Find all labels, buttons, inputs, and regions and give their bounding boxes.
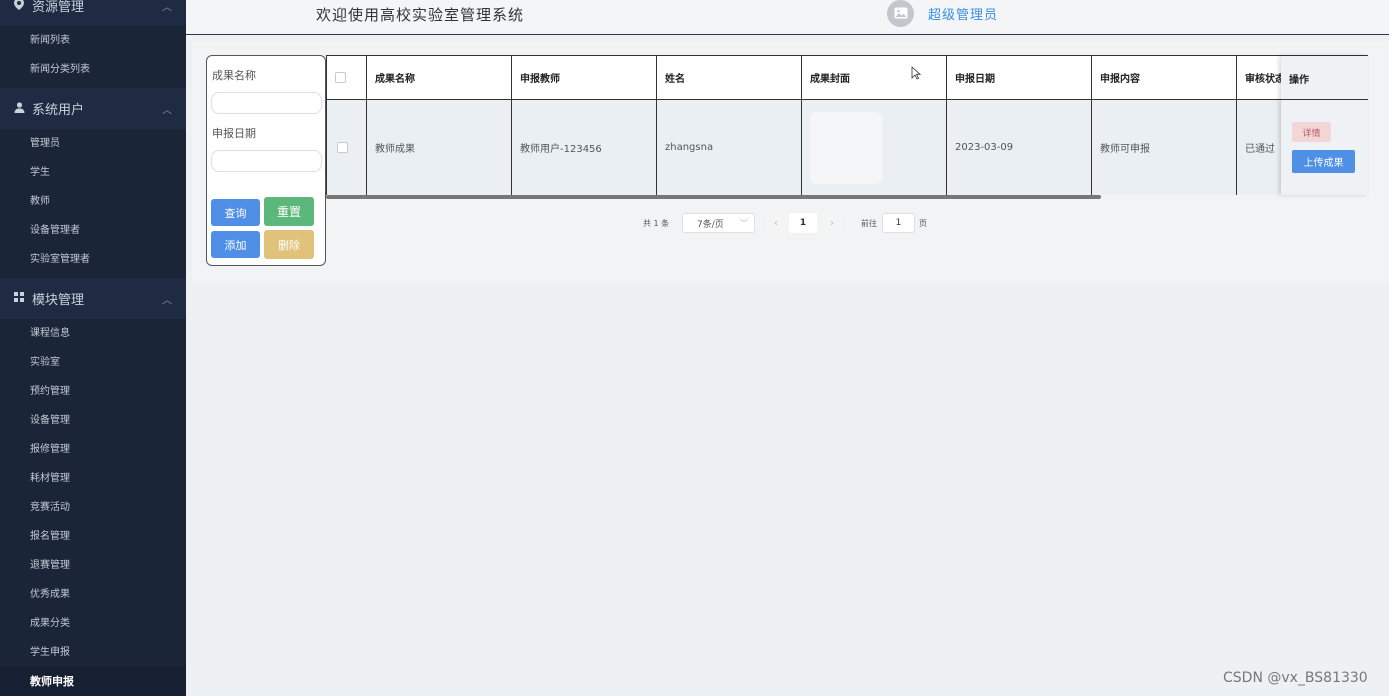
column-header[interactable]: 申报日期 [947, 56, 1092, 99]
column-header[interactable]: 成果封面 [802, 56, 947, 99]
sidebar-item-excellent-results[interactable]: 优秀成果 [0, 580, 186, 609]
select-all-checkbox[interactable] [335, 72, 346, 83]
delete-button[interactable]: 删除 [264, 230, 314, 259]
name-input[interactable] [211, 92, 322, 114]
menu-group-label: 模块管理 [32, 293, 85, 308]
sidebar-item-lab[interactable]: 实验室 [0, 348, 186, 377]
sidebar-item-lab-manager[interactable]: 实验室管理者 [0, 245, 186, 274]
row-checkbox[interactable] [337, 142, 348, 153]
date-input[interactable] [211, 150, 322, 172]
role-link[interactable]: 超级管理员 [928, 4, 998, 23]
add-button[interactable]: 添加 [211, 231, 260, 258]
sidebar-item-student-apply[interactable]: 学生申报 [0, 638, 186, 667]
goto-label: 前往 [861, 218, 877, 228]
upload-result-button[interactable]: 上传成果 [1292, 150, 1355, 173]
sidebar-item-equipment-manager[interactable]: 设备管理者 [0, 216, 186, 245]
sidebar-item-equipment[interactable]: 设备管理 [0, 406, 186, 435]
goto-page-input[interactable]: 1 [882, 213, 915, 233]
prev-page-button[interactable]: ‹ [766, 213, 786, 233]
divider [1281, 99, 1368, 100]
row-select-cell [327, 100, 367, 195]
query-button[interactable]: 查询 [211, 199, 260, 226]
page-size-value: 7条/页 [697, 219, 724, 230]
menu-group-system-users[interactable]: 系统用户 ︿ [0, 88, 186, 129]
chevron-right-icon: › [830, 217, 834, 229]
column-header[interactable]: 成果名称 [367, 56, 512, 99]
current-page[interactable]: 1 [789, 213, 817, 233]
next-page-button[interactable]: › [822, 213, 842, 233]
mouse-cursor-icon [911, 65, 922, 84]
watermark: CSDN @vx_BS81330 [1223, 670, 1368, 686]
sidebar-item-consumables[interactable]: 耗材管理 [0, 464, 186, 493]
cover-image[interactable] [810, 111, 882, 184]
image-icon [894, 4, 908, 23]
sidebar-item-teacher-apply[interactable]: 教师申报 [0, 667, 186, 696]
sidebar: 资源管理 ︿ 新闻列表 新闻分类列表 系统用户 ︿ 管理员 学生 教师 设备管理… [0, 0, 186, 696]
select-all-cell [327, 56, 367, 99]
results-table: 成果名称 申报教师 姓名 成果封面 申报日期 申报内容 审核状态 教师成果 教师… [326, 55, 1368, 195]
detail-button[interactable]: 详情 [1292, 122, 1331, 142]
grid-icon [12, 292, 26, 305]
chevron-left-icon: ‹ [774, 217, 778, 229]
cover-cell [802, 100, 947, 195]
user-icon [12, 101, 26, 116]
date-cell: 2023-03-09 [947, 100, 1092, 195]
real-name-cell: zhangsna [657, 100, 802, 195]
sidebar-item-registration[interactable]: 报名管理 [0, 522, 186, 551]
page-unit-label: 页 [919, 218, 927, 228]
top-header: 欢迎使用高校实验室管理系统 超级管理员 [186, 0, 1389, 35]
name-label: 成果名称 [212, 69, 256, 82]
chevron-up-icon: ︿ [162, 2, 172, 13]
column-header[interactable]: 姓名 [657, 56, 802, 99]
pagination-total: 共 1 条 [643, 218, 670, 228]
column-header[interactable]: 申报教师 [512, 56, 657, 99]
sidebar-item-repair[interactable]: 报修管理 [0, 435, 186, 464]
sidebar-item-teacher[interactable]: 教师 [0, 187, 186, 216]
chevron-down-icon: ﹀ [740, 218, 748, 228]
sidebar-item-booking[interactable]: 预约管理 [0, 377, 186, 406]
sidebar-item-news-list[interactable]: 新闻列表 [0, 26, 186, 55]
operation-column: 操作 详情 上传成果 [1281, 56, 1368, 195]
sidebar-item-student[interactable]: 学生 [0, 158, 186, 187]
result-name-cell: 教师成果 [367, 100, 512, 195]
reset-button[interactable]: 重置 [264, 197, 314, 226]
search-panel: 成果名称 申报日期 查询 重置 添加 删除 [206, 55, 326, 266]
column-header: 操作 [1289, 74, 1309, 86]
page-size-select[interactable]: 7条/页 ﹀ [682, 213, 755, 233]
sidebar-item-withdraw[interactable]: 退赛管理 [0, 551, 186, 580]
sidebar-item-competition[interactable]: 竞赛活动 [0, 493, 186, 522]
welcome-title: 欢迎使用高校实验室管理系统 [316, 6, 525, 24]
avatar[interactable] [887, 0, 914, 27]
sidebar-item-admin[interactable]: 管理员 [0, 129, 186, 158]
horizontal-scrollbar[interactable] [326, 195, 1101, 199]
sidebar-item-news-category[interactable]: 新闻分类列表 [0, 55, 186, 84]
sidebar-item-result-category[interactable]: 成果分类 [0, 609, 186, 638]
chevron-up-icon: ︿ [162, 105, 172, 116]
menu-group-label: 资源管理 [32, 0, 85, 15]
sidebar-item-course[interactable]: 课程信息 [0, 319, 186, 348]
menu-group-modules[interactable]: 模块管理 ︿ [0, 278, 186, 319]
menu-group-label: 系统用户 [32, 103, 85, 118]
menu-group-resources[interactable]: 资源管理 ︿ [0, 0, 186, 26]
column-header[interactable]: 申报内容 [1092, 56, 1237, 99]
content-cell: 教师可申报 [1092, 100, 1237, 195]
table-row: 教师成果 教师用户-123456 zhangsna 2023-03-09 教师可… [327, 100, 1367, 195]
table-header-row: 成果名称 申报教师 姓名 成果封面 申报日期 申报内容 审核状态 [327, 56, 1367, 100]
location-pin-icon [12, 0, 26, 13]
teacher-cell: 教师用户-123456 [512, 100, 657, 195]
chevron-up-icon: ︿ [162, 295, 172, 306]
date-label: 申报日期 [212, 127, 256, 140]
